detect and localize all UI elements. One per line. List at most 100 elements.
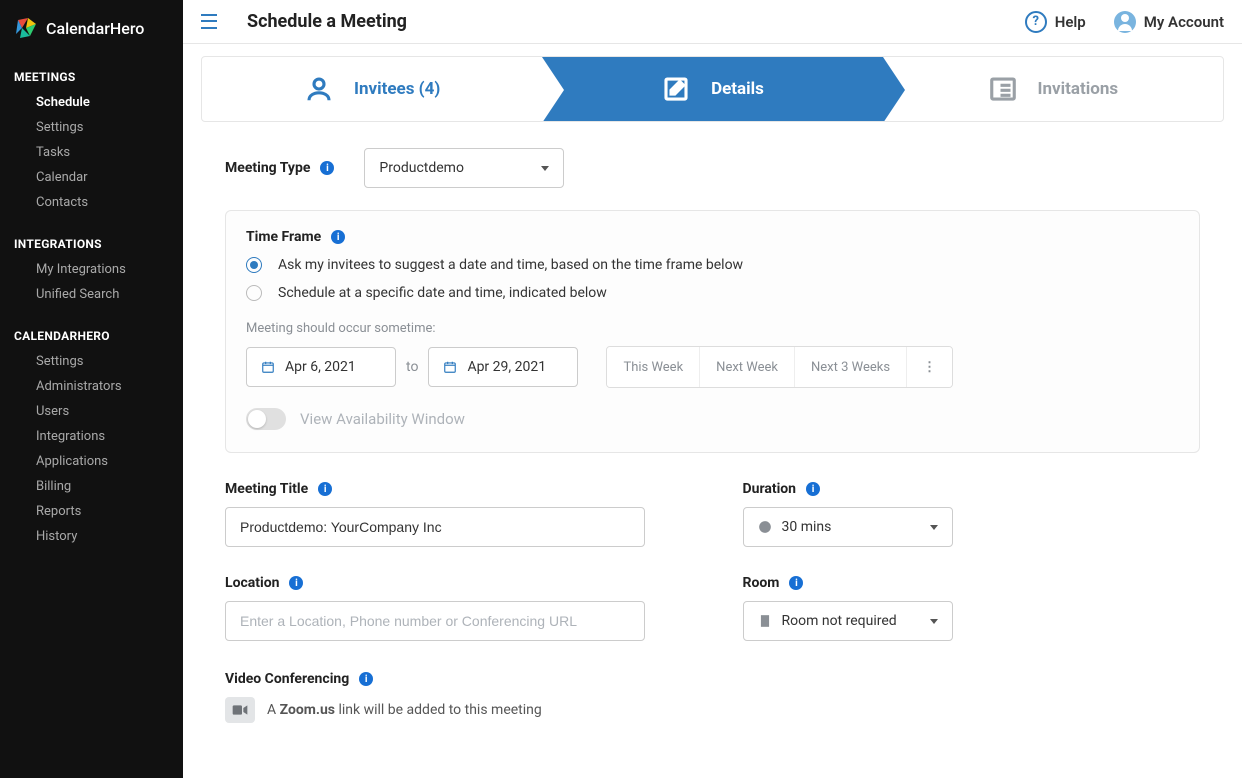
nav-item-calendar[interactable]: Calendar: [0, 165, 183, 190]
info-icon[interactable]: i: [289, 576, 303, 590]
timeframe-option-suggest[interactable]: Ask my invitees to suggest a date and ti…: [246, 257, 1179, 273]
user-icon: [304, 74, 334, 104]
list-icon: [988, 74, 1018, 104]
availability-toggle[interactable]: [246, 408, 286, 430]
meeting-title-input[interactable]: [225, 507, 645, 547]
edit-icon: [661, 74, 691, 104]
step-invitations-label: Invitations: [1038, 79, 1119, 99]
video-conferencing-field: Video Conferencing i A Zoom.us link will…: [225, 671, 1200, 723]
timeframe-option-suggest-label: Ask my invitees to suggest a date and ti…: [278, 257, 743, 273]
timeframe-label: Time Frame i: [246, 229, 1179, 245]
meeting-type-row: Meeting Type i Productdemo: [201, 148, 1224, 188]
nav-item-billing[interactable]: Billing: [0, 474, 183, 499]
step-details-label: Details: [711, 79, 764, 99]
step-invitations[interactable]: Invitations: [883, 57, 1223, 121]
nav-item-tasks[interactable]: Tasks: [0, 140, 183, 165]
meeting-type-select[interactable]: Productdemo: [364, 148, 564, 188]
info-icon[interactable]: i: [320, 161, 334, 175]
help-icon: ?: [1025, 11, 1047, 33]
caret-down-icon: [930, 525, 938, 530]
nav-item-administrators[interactable]: Administrators: [0, 374, 183, 399]
step-details[interactable]: Details: [542, 57, 882, 121]
nav-item-settings2[interactable]: Settings: [0, 349, 183, 374]
page-title: Schedule a Meeting: [247, 11, 407, 32]
nav-item-users[interactable]: Users: [0, 399, 183, 424]
nav-item-unified-search[interactable]: Unified Search: [0, 282, 183, 307]
nav-group-meetings: MEETINGS Schedule Settings Tasks Calenda…: [0, 58, 183, 225]
nav-item-reports[interactable]: Reports: [0, 499, 183, 524]
nav-header-meetings: MEETINGS: [0, 64, 183, 90]
date-from-value: Apr 6, 2021: [285, 359, 356, 375]
nav-item-schedule[interactable]: Schedule: [0, 90, 183, 115]
room-field: Room i Room not required: [743, 575, 1201, 641]
location-label-text: Location: [225, 575, 279, 591]
menu-toggle-icon[interactable]: [201, 12, 221, 32]
duration-select[interactable]: 30 mins: [743, 507, 953, 547]
nav-item-contacts[interactable]: Contacts: [0, 190, 183, 215]
quick-more-button[interactable]: ⋮: [906, 347, 952, 387]
nav-item-applications[interactable]: Applications: [0, 449, 183, 474]
location-label: Location i: [225, 575, 683, 591]
info-icon[interactable]: i: [806, 482, 820, 496]
brand-name: CalendarHero: [46, 19, 144, 38]
location-input[interactable]: [225, 601, 645, 641]
timeframe-option-specific-label: Schedule at a specific date and time, in…: [278, 285, 607, 301]
video-conferencing-label: Video Conferencing i: [225, 671, 1200, 687]
location-field: Location i: [225, 575, 683, 641]
info-icon[interactable]: i: [331, 230, 345, 244]
availability-toggle-label: View Availability Window: [300, 410, 465, 428]
nav-header-calendarhero: CALENDARHERO: [0, 323, 183, 349]
meeting-title-field: Meeting Title i: [225, 481, 683, 547]
nav-header-integrations: INTEGRATIONS: [0, 231, 183, 257]
nav-group-calendarhero: CALENDARHERO Settings Administrators Use…: [0, 317, 183, 559]
brand-logo[interactable]: CalendarHero: [0, 10, 183, 58]
info-icon[interactable]: i: [359, 672, 373, 686]
quick-next-3-weeks[interactable]: Next 3 Weeks: [794, 347, 906, 387]
room-select[interactable]: Room not required: [743, 601, 953, 641]
room-value: Room not required: [782, 613, 897, 629]
timeframe-label-text: Time Frame: [246, 229, 321, 245]
availability-toggle-row: View Availability Window: [246, 408, 1179, 430]
duration-label: Duration i: [743, 481, 1201, 497]
my-account-label: My Account: [1144, 13, 1224, 31]
video-info-bold: Zoom.us: [280, 702, 335, 718]
video-conferencing-label-text: Video Conferencing: [225, 671, 349, 687]
step-invitees-label: Invitees (4): [354, 79, 440, 99]
calendar-icon: [443, 360, 457, 374]
timeframe-hint: Meeting should occur sometime:: [246, 321, 1179, 336]
info-icon[interactable]: i: [318, 482, 332, 496]
quick-next-week[interactable]: Next Week: [699, 347, 794, 387]
help-label: Help: [1055, 13, 1086, 31]
quick-this-week[interactable]: This Week: [607, 347, 699, 387]
video-info-prefix: A: [267, 702, 280, 718]
building-icon: [758, 614, 772, 628]
meeting-title-label: Meeting Title i: [225, 481, 683, 497]
duration-field: Duration i 30 mins: [743, 481, 1201, 547]
radio-icon: [246, 285, 262, 301]
date-to-label: to: [406, 359, 418, 375]
nav-item-history[interactable]: History: [0, 524, 183, 549]
nav-item-integrations2[interactable]: Integrations: [0, 424, 183, 449]
duration-value: 30 mins: [782, 519, 832, 535]
video-info-text: A Zoom.us link will be added to this mee…: [267, 702, 542, 718]
help-link[interactable]: ? Help: [1025, 11, 1086, 33]
video-info-suffix: link will be added to this meeting: [335, 702, 542, 718]
timeframe-option-specific[interactable]: Schedule at a specific date and time, in…: [246, 285, 1179, 301]
meeting-type-label: Meeting Type i: [225, 160, 334, 176]
my-account-link[interactable]: My Account: [1114, 11, 1224, 33]
nav-item-my-integrations[interactable]: My Integrations: [0, 257, 183, 282]
nav-item-settings[interactable]: Settings: [0, 115, 183, 140]
info-icon[interactable]: i: [789, 576, 803, 590]
caret-down-icon: [930, 619, 938, 624]
meeting-type-value: Productdemo: [379, 160, 464, 176]
clock-icon: [758, 520, 772, 534]
meeting-title-label-text: Meeting Title: [225, 481, 308, 497]
video-icon: [225, 697, 255, 723]
date-range-row: Apr 6, 2021 to Apr 29, 2021 This Week Ne…: [246, 346, 1179, 388]
profile-icon: [1114, 11, 1136, 33]
quick-range-group: This Week Next Week Next 3 Weeks ⋮: [606, 346, 953, 388]
date-to-input[interactable]: Apr 29, 2021: [428, 347, 578, 387]
room-label-text: Room: [743, 575, 780, 591]
step-invitees[interactable]: Invitees (4): [202, 57, 542, 121]
date-from-input[interactable]: Apr 6, 2021: [246, 347, 396, 387]
